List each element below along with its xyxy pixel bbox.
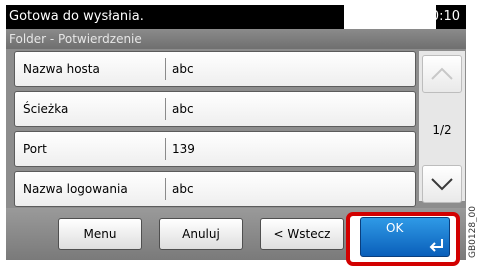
list-row-port[interactable]: Port 139 (14, 131, 416, 167)
row-divider (165, 58, 166, 80)
back-button[interactable]: < Wstecz (260, 218, 344, 250)
row-divider (165, 98, 166, 120)
ok-label: OK (386, 221, 404, 235)
ok-button[interactable]: OK (360, 217, 450, 257)
screen-title: Folder - Potwierdzenie (9, 32, 142, 46)
scroll-up-button[interactable] (422, 55, 462, 93)
settings-list: Nazwa hosta abc Ścieżka abc Port 139 Naz… (14, 51, 416, 207)
list-row-host-name[interactable]: Nazwa hosta abc (14, 51, 416, 87)
cancel-button[interactable]: Anuluj (159, 218, 243, 250)
scroll-down-button[interactable] (422, 165, 462, 203)
page-indicator: 1/2 (432, 123, 452, 137)
row-value: abc (172, 62, 194, 76)
chevron-up-icon (431, 67, 453, 80)
row-divider (165, 138, 166, 160)
figure-code: GB0128_00 (468, 205, 477, 258)
screen-title-bar: Folder - Potwierdzenie (6, 29, 466, 49)
chevron-down-icon (431, 178, 453, 191)
row-label: Nazwa hosta (23, 62, 100, 76)
status-bar: Gotowa do wysłania. 10:10 (6, 5, 466, 29)
status-time: 10:10 (422, 9, 460, 24)
menu-button[interactable]: Menu (58, 218, 142, 250)
list-row-login-name[interactable]: Nazwa logowania abc (14, 171, 416, 207)
list-row-path[interactable]: Ścieżka abc (14, 91, 416, 127)
status-message: Gotowa do wysłania. (9, 9, 144, 24)
row-label: Ścieżka (23, 102, 69, 116)
row-label: Nazwa logowania (23, 182, 128, 196)
row-value: abc (172, 102, 194, 116)
enter-icon (429, 239, 443, 252)
page-scroll-column: 1/2 (419, 51, 465, 203)
row-divider (165, 178, 166, 200)
row-value: abc (172, 182, 194, 196)
row-value: 139 (172, 142, 195, 156)
row-label: Port (23, 142, 47, 156)
